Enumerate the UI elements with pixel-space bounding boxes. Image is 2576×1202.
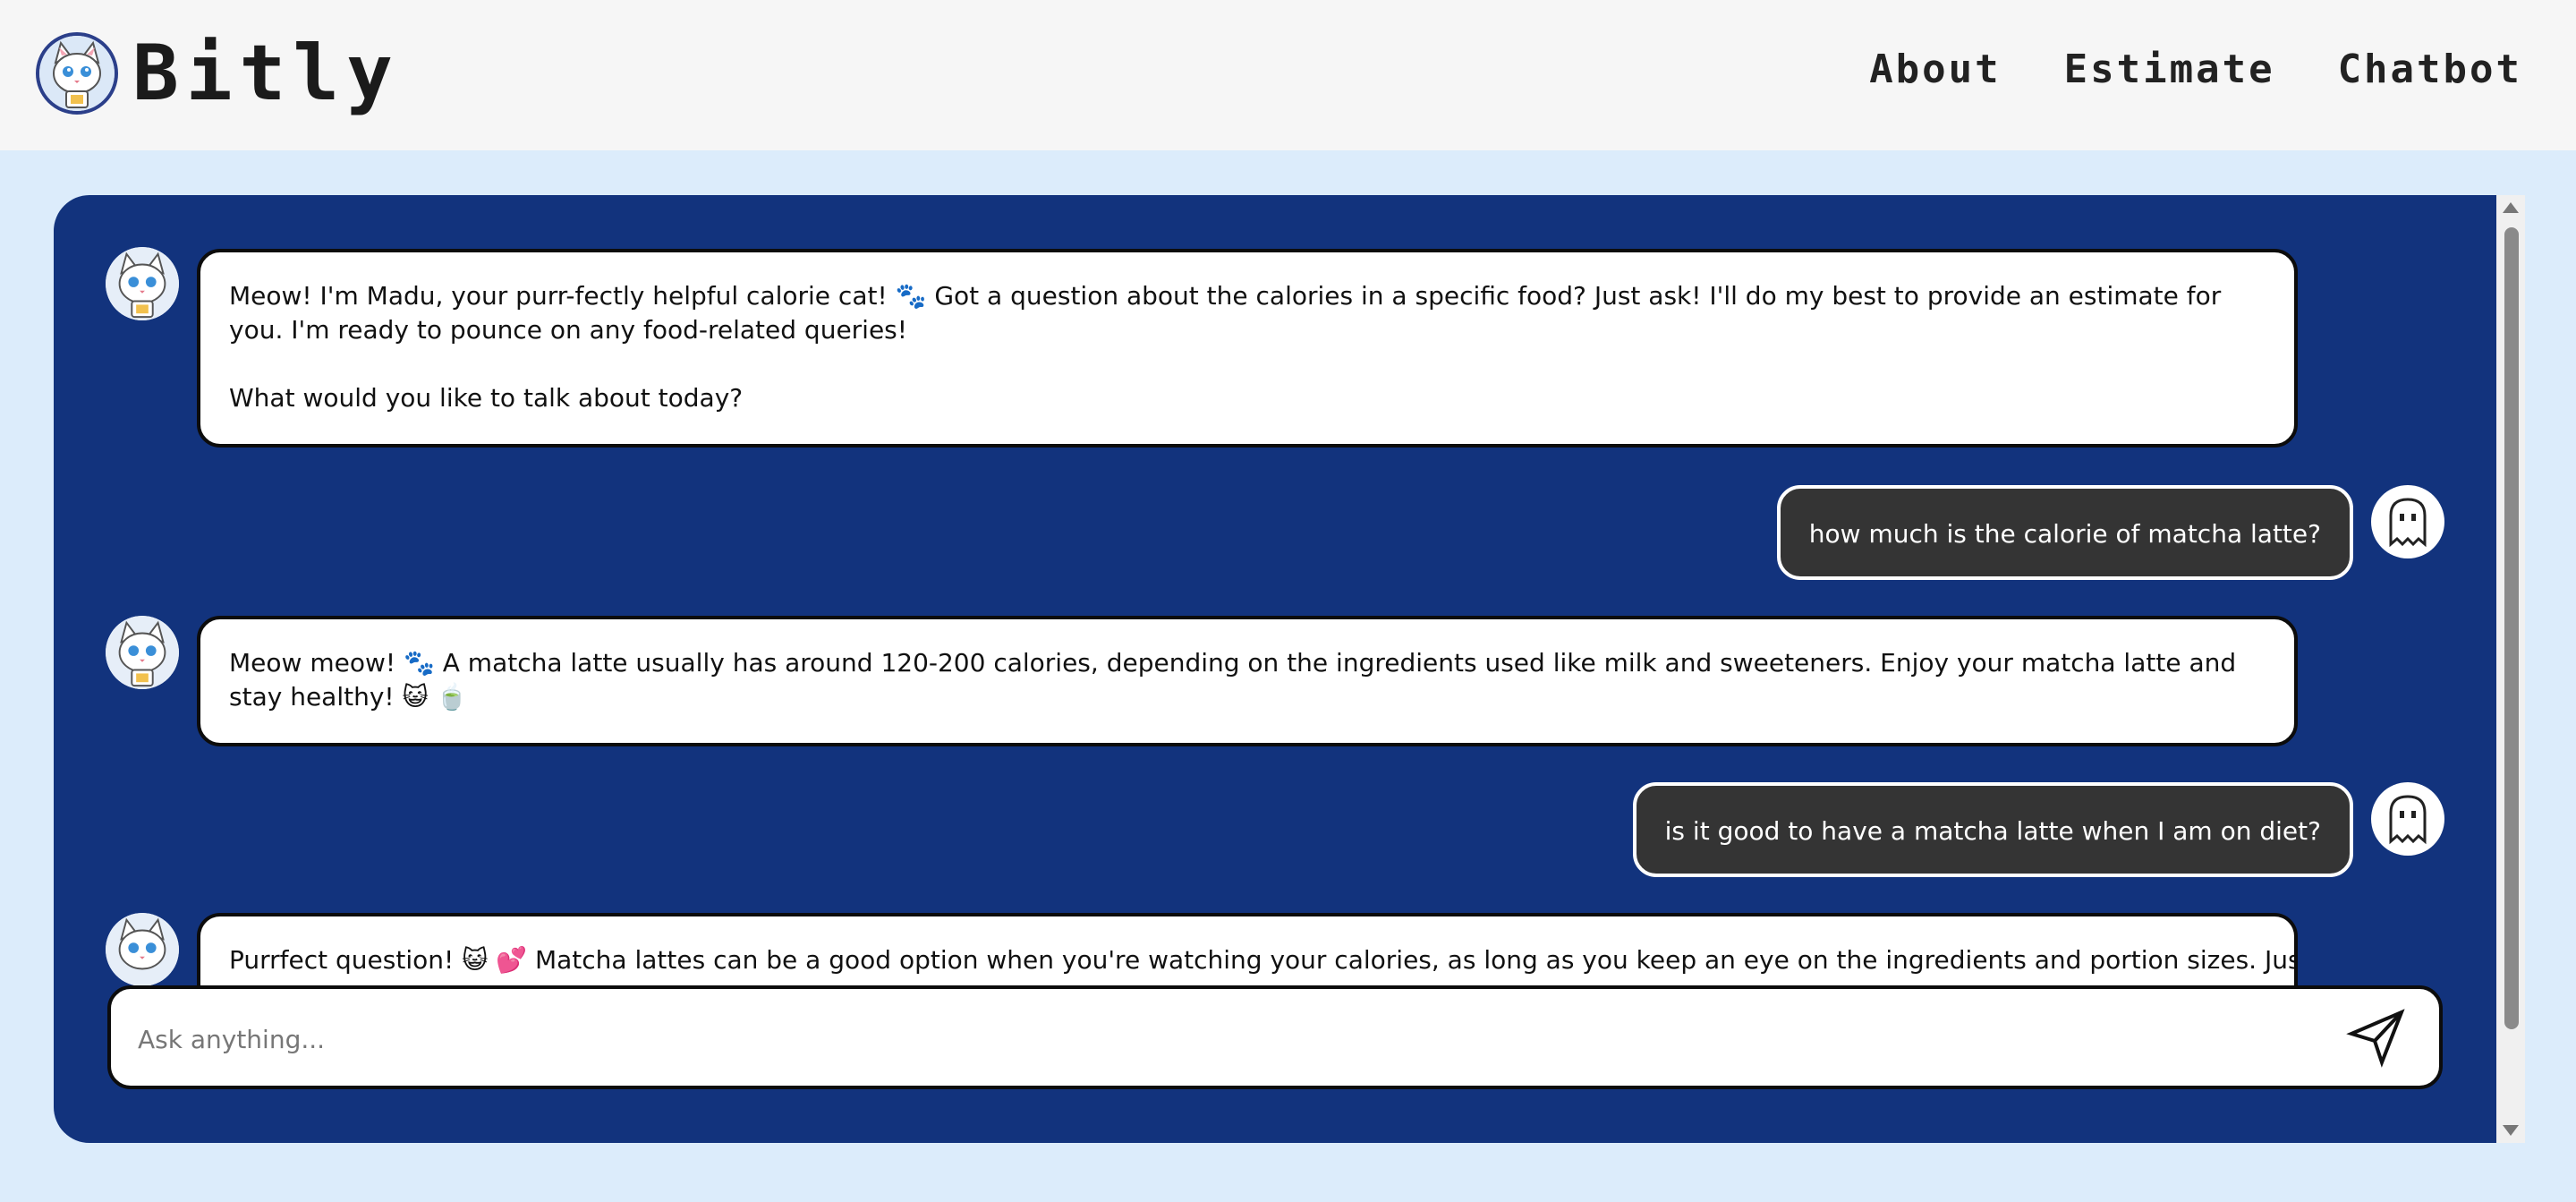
bot-message: Purrfect question! 😺 💕 Matcha lattes can…: [197, 913, 2298, 993]
send-arrow-icon[interactable]: [2346, 1007, 2407, 1068]
scroll-down-icon[interactable]: [2503, 1125, 2519, 1136]
bot-message-text: Meow meow! 🐾 A matcha latte usually has …: [229, 648, 2237, 712]
user-message: is it good to have a matcha latte when I…: [1632, 782, 2353, 877]
chat-input-bar: [107, 985, 2443, 1089]
brand-name: Bitly: [132, 29, 400, 118]
bot-message: Meow meow! 🐾 A matcha latte usually has …: [197, 616, 2298, 746]
cat-avatar-icon: [106, 913, 179, 986]
user-message-text: is it good to have a matcha latte when I…: [1664, 816, 2321, 846]
chat-scrollbar[interactable]: [2496, 195, 2525, 1143]
brand-logo[interactable]: Bitly: [36, 30, 400, 116]
nav-estimate[interactable]: Estimate: [2064, 47, 2275, 92]
top-header: Bitly About Estimate Chatbot: [0, 0, 2576, 150]
ghost-avatar-icon: [2371, 485, 2444, 558]
main-nav: About Estimate Chatbot: [1869, 47, 2522, 92]
cat-avatar-icon: [106, 616, 179, 689]
bot-message: Meow! I'm Madu, your purr-fectly helpful…: [197, 249, 2298, 448]
scroll-thumb[interactable]: [2504, 227, 2519, 1029]
bot-message-text: Meow! I'm Madu, your purr-fectly helpful…: [229, 281, 2222, 345]
cat-logo-icon: [36, 32, 118, 115]
ghost-avatar-icon: [2371, 782, 2444, 856]
cat-avatar-icon: [106, 247, 179, 320]
scroll-up-icon[interactable]: [2503, 202, 2519, 213]
nav-chatbot[interactable]: Chatbot: [2338, 47, 2522, 92]
bot-message-text: What would you like to talk about today?: [229, 383, 744, 413]
user-message: how much is the calorie of matcha latte?: [1776, 485, 2353, 580]
chat-input[interactable]: [138, 1012, 2321, 1066]
bot-message-text: Purrfect question! 😺 💕 Matcha lattes can…: [229, 945, 2298, 975]
user-message-text: how much is the calorie of matcha latte?: [1808, 519, 2321, 549]
nav-about[interactable]: About: [1869, 47, 2001, 92]
